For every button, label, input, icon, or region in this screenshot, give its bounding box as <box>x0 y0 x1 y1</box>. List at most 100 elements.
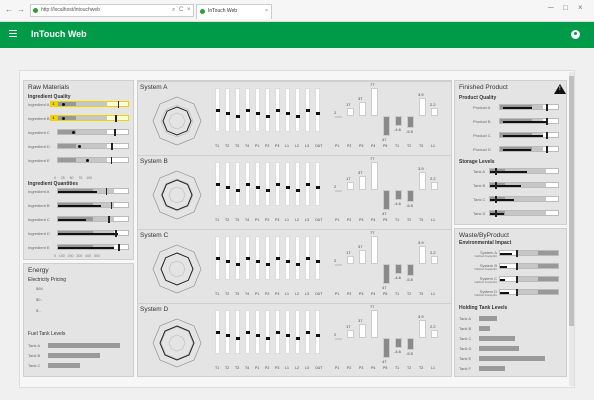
sensor-column[interactable] <box>315 88 320 132</box>
forward-icon[interactable]: → <box>16 5 26 15</box>
sensor-column[interactable] <box>285 88 290 132</box>
refresh-icon[interactable]: C <box>179 7 183 13</box>
sensor-column[interactable] <box>315 162 320 206</box>
warning-icon[interactable] <box>554 84 566 94</box>
quality-bullet[interactable] <box>499 104 559 111</box>
value-bar[interactable] <box>335 116 342 118</box>
back-icon[interactable]: ← <box>4 5 14 15</box>
value-bar[interactable] <box>431 182 438 190</box>
value-bar[interactable] <box>347 330 354 338</box>
fuel-tank-bar[interactable] <box>48 363 80 368</box>
sensor-column[interactable] <box>245 162 250 206</box>
quality-bullet[interactable] <box>57 129 129 136</box>
quality-bullet[interactable] <box>499 132 559 139</box>
value-bar[interactable] <box>371 88 378 116</box>
value-bar[interactable] <box>431 330 438 338</box>
value-bar[interactable] <box>407 190 414 202</box>
sensor-column[interactable] <box>225 310 230 354</box>
value-bar[interactable] <box>347 182 354 190</box>
sensor-column[interactable] <box>265 162 270 206</box>
value-bar[interactable] <box>407 264 414 276</box>
sensor-column[interactable] <box>215 236 220 280</box>
sensor-column[interactable] <box>275 88 280 132</box>
sensor-column[interactable] <box>215 310 220 354</box>
value-bar[interactable] <box>383 190 390 210</box>
stop-icon[interactable]: × <box>187 7 191 13</box>
sensor-column[interactable] <box>235 236 240 280</box>
value-bar[interactable] <box>359 176 366 190</box>
sensor-column[interactable] <box>225 88 230 132</box>
value-bar[interactable] <box>395 116 402 126</box>
sensor-column[interactable] <box>295 236 300 280</box>
value-bar[interactable] <box>383 338 390 358</box>
sensor-column[interactable] <box>315 310 320 354</box>
sensor-column[interactable] <box>215 88 220 132</box>
holding-tank-bar[interactable] <box>479 366 506 371</box>
quality-bullet[interactable] <box>57 115 129 122</box>
sensor-column[interactable] <box>225 236 230 280</box>
sensor-column[interactable] <box>285 310 290 354</box>
quality-bullet[interactable] <box>499 118 559 125</box>
address-bar[interactable]: http://localhost/intouchweb <box>30 4 194 17</box>
value-bar[interactable] <box>371 236 378 264</box>
impact-bullet[interactable] <box>499 276 559 283</box>
quality-bullet[interactable] <box>57 143 129 150</box>
sensor-column[interactable] <box>245 236 250 280</box>
sensor-column[interactable] <box>295 162 300 206</box>
storage-bullet[interactable] <box>489 210 559 217</box>
value-bar[interactable] <box>395 190 402 200</box>
value-bar[interactable] <box>407 116 414 128</box>
sensor-column[interactable] <box>305 162 310 206</box>
tab-close-icon[interactable]: × <box>265 5 268 18</box>
sensor-column[interactable] <box>255 162 260 206</box>
sensor-column[interactable] <box>215 162 220 206</box>
value-bar[interactable] <box>419 246 426 264</box>
quantity-bullet[interactable] <box>57 202 129 209</box>
sensor-column[interactable] <box>275 310 280 354</box>
sensor-column[interactable] <box>295 88 300 132</box>
value-bar[interactable] <box>335 264 342 266</box>
sensor-column[interactable] <box>285 236 290 280</box>
window-close-icon[interactable]: × <box>578 3 583 12</box>
sensor-column[interactable] <box>285 162 290 206</box>
sensor-column[interactable] <box>275 162 280 206</box>
value-bar[interactable] <box>359 102 366 116</box>
sensor-column[interactable] <box>225 162 230 206</box>
sensor-column[interactable] <box>245 310 250 354</box>
sensor-column[interactable] <box>265 236 270 280</box>
value-bar[interactable] <box>383 264 390 284</box>
browser-tab[interactable]: InTouch Web × <box>196 4 272 19</box>
value-bar[interactable] <box>431 108 438 116</box>
holding-tank-bar[interactable] <box>479 326 491 331</box>
value-bar[interactable] <box>431 256 438 264</box>
sensor-column[interactable] <box>255 236 260 280</box>
value-bar[interactable] <box>347 108 354 116</box>
value-bar[interactable] <box>347 256 354 264</box>
value-bar[interactable] <box>419 172 426 190</box>
holding-tank-bar[interactable] <box>479 346 519 351</box>
value-bar[interactable] <box>359 324 366 338</box>
sensor-column[interactable] <box>245 88 250 132</box>
fuel-tank-bar[interactable] <box>48 343 121 348</box>
storage-bullet[interactable] <box>489 182 559 189</box>
fuel-tank-bar[interactable] <box>48 353 100 358</box>
value-bar[interactable] <box>407 338 414 350</box>
quantity-bullet[interactable] <box>57 230 129 237</box>
sensor-column[interactable] <box>255 310 260 354</box>
quantity-bullet[interactable] <box>57 216 129 223</box>
storage-bullet[interactable] <box>489 168 559 175</box>
value-bar[interactable] <box>419 98 426 116</box>
sensor-column[interactable] <box>255 88 260 132</box>
sensor-column[interactable] <box>305 88 310 132</box>
value-bar[interactable] <box>419 320 426 338</box>
menu-icon[interactable] <box>9 30 17 37</box>
sensor-column[interactable] <box>265 310 270 354</box>
user-account-icon[interactable] <box>571 30 580 39</box>
sensor-column[interactable] <box>315 236 320 280</box>
sensor-column[interactable] <box>265 88 270 132</box>
value-bar[interactable] <box>395 338 402 348</box>
sensor-column[interactable] <box>235 310 240 354</box>
maximize-icon[interactable]: □ <box>563 3 568 12</box>
value-bar[interactable] <box>335 190 342 192</box>
quality-bullet[interactable] <box>57 101 129 108</box>
